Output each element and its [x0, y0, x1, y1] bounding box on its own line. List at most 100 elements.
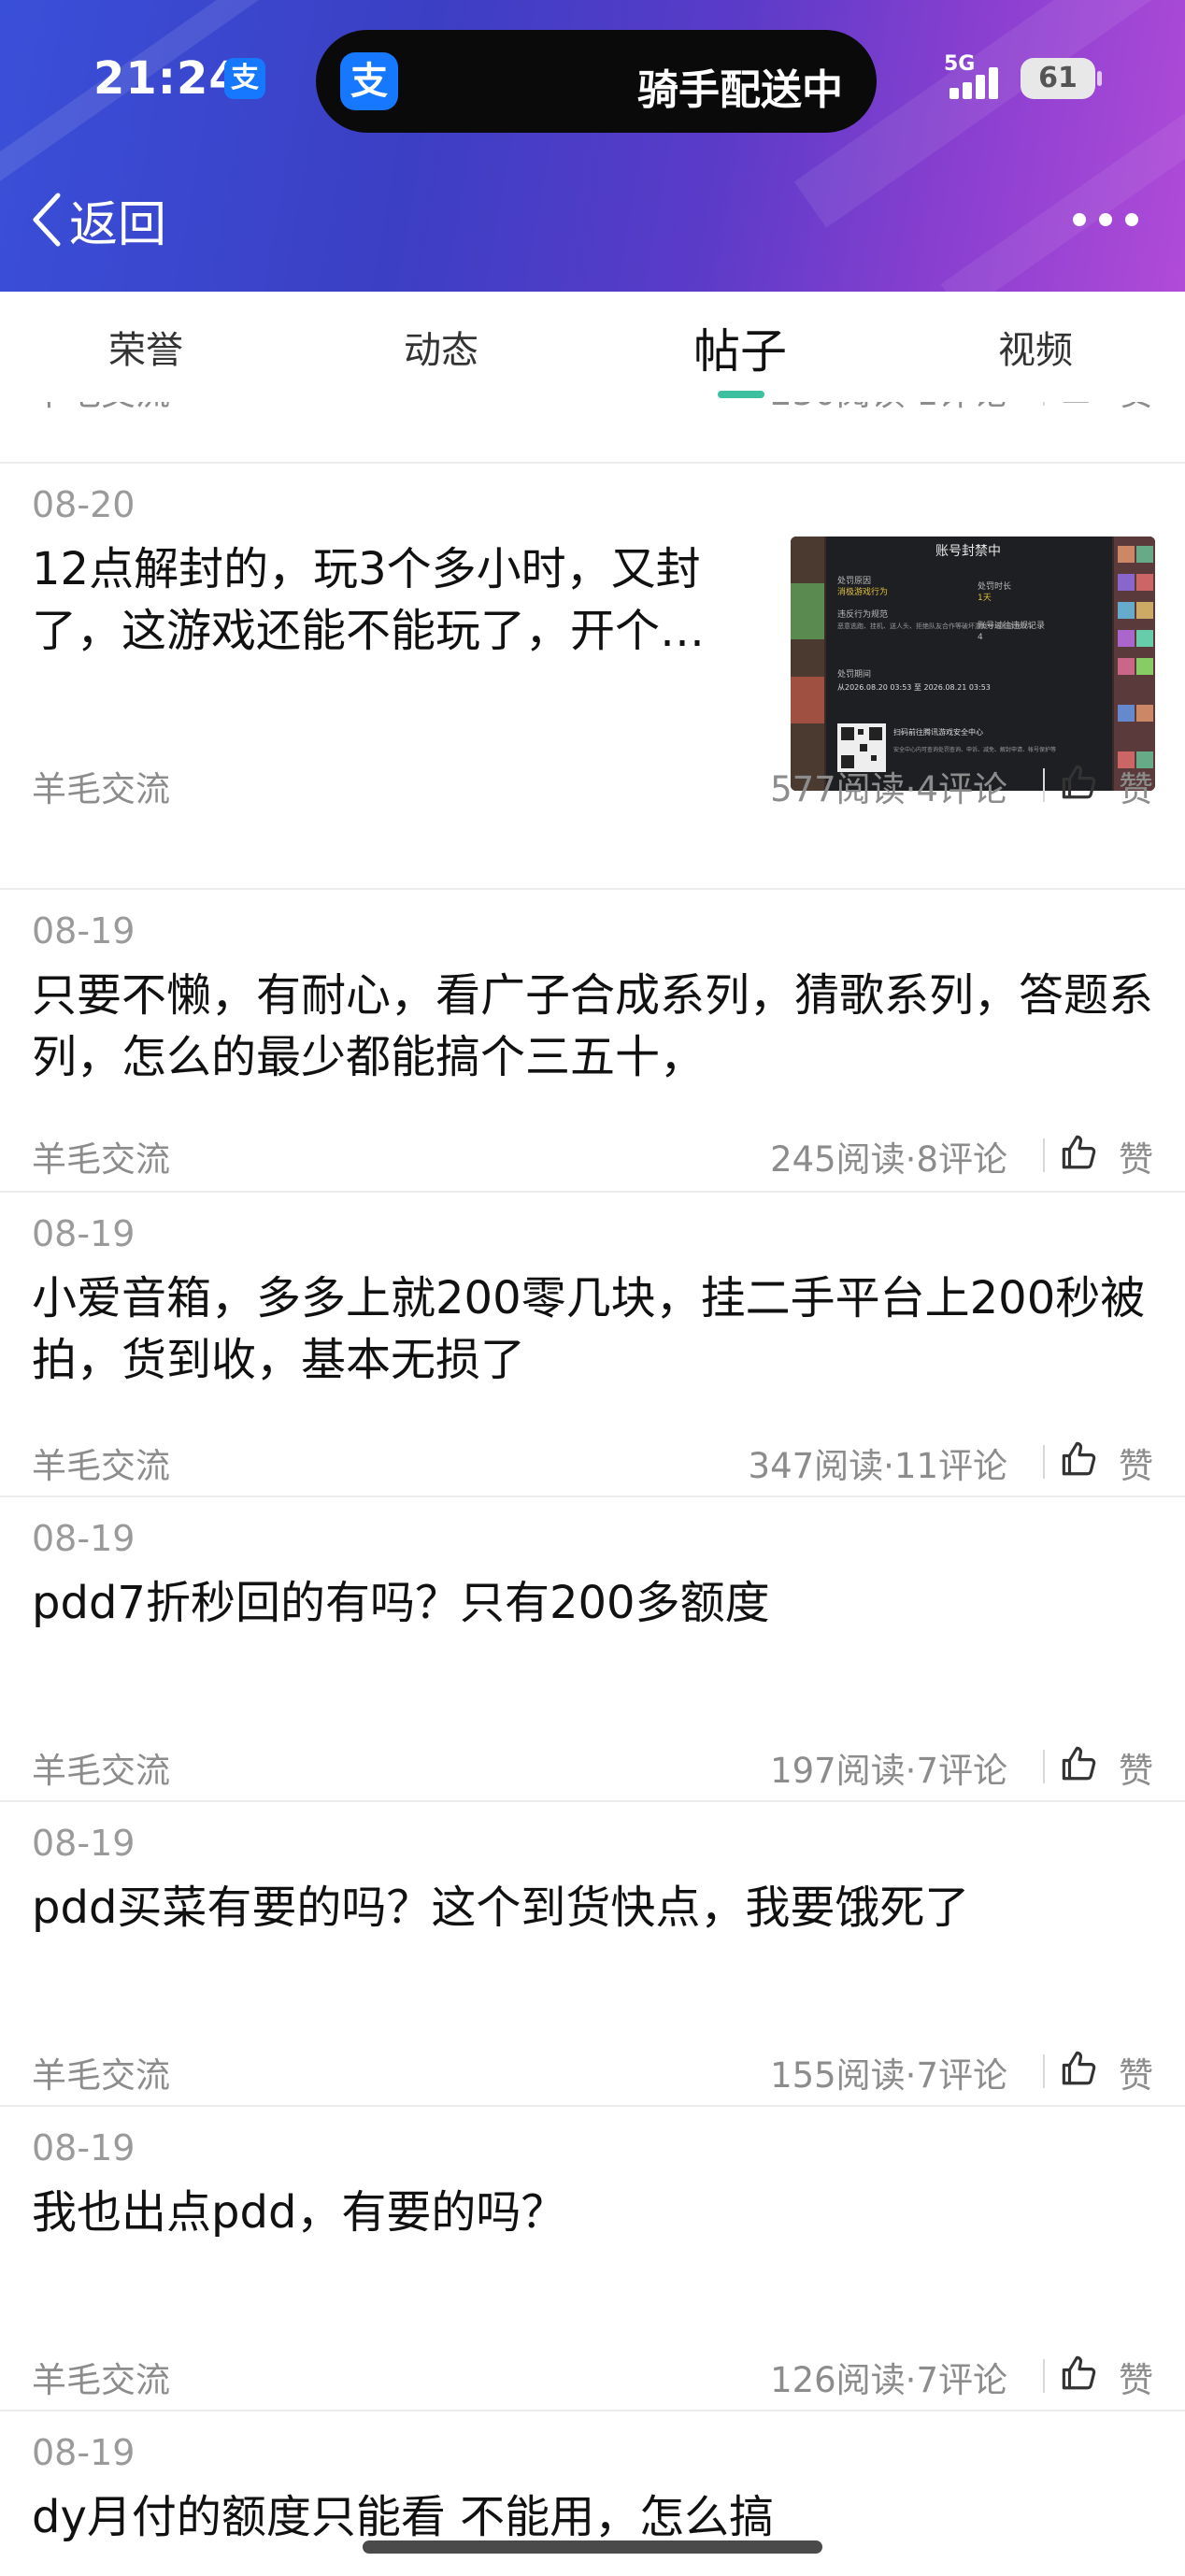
chevron-left-icon	[33, 193, 61, 247]
thumbs-up-icon[interactable]	[1060, 1133, 1099, 1172]
status-bar: 21:24 支 支 骑手配送中 5G 61	[0, 0, 1185, 140]
active-tab-indicator	[718, 391, 764, 398]
list-item[interactable]: 08-19 只要不懒，有耐心，看广子合成系列，猜歌系列，答题系列，怎么的最少都能…	[0, 890, 1185, 1191]
like-label[interactable]: 赞	[1119, 2352, 1153, 2402]
post-thumbnail[interactable]: 账号封禁中 处罚原因 消极游戏行为 处罚时长 1天 违反行为规范 恶意逃跑、挂机…	[791, 537, 1155, 791]
list-item[interactable]: 08-19 pdd买菜有要的吗？这个到货快点，我要饿死了 羊毛交流 155阅读·…	[0, 1802, 1185, 2105]
thumbs-up-icon[interactable]	[1060, 763, 1099, 802]
post-meta: 羊毛交流 230阅读·1评论 赞	[32, 402, 1153, 417]
post-title[interactable]: 小爱音箱，多多上就200零几块，挂二手平台上200秒被拍，货到收，基本无损了	[32, 1267, 1153, 1391]
thumbs-up-icon[interactable]	[1060, 402, 1099, 406]
tab-activity[interactable]: 动态	[404, 320, 478, 374]
like-label[interactable]: 赞	[1119, 1131, 1153, 1181]
home-indicator[interactable]	[363, 2540, 822, 2554]
signal-icon	[949, 62, 1007, 99]
post-stats: 155阅读·7评论	[770, 2055, 1007, 2096]
post-meta: 羊毛交流 347阅读·11评论 赞	[32, 1438, 1153, 1490]
alipay-badge-icon: 支	[224, 58, 265, 99]
tab-posts[interactable]: 帖子	[693, 314, 787, 381]
post-stats: 577阅读·4评论	[770, 769, 1007, 809]
svg-text:4: 4	[978, 633, 983, 642]
post-stats: 230阅读·1评论	[770, 402, 1007, 415]
post-stats: 347阅读·11评论	[748, 1446, 1007, 1486]
svg-text:从2026.08.20 03:53 至 2026.08.21: 从2026.08.20 03:53 至 2026.08.21 03:53	[837, 683, 991, 692]
list-item[interactable]: 08-19 pdd7折秒回的有吗？只有200多额度 羊毛交流 197阅读·7评论…	[0, 1497, 1185, 1800]
list-item[interactable]: 08-20 12点解封的，玩3个多小时，又封了，这游戏还能不能玩了，开个… 账号…	[0, 464, 1185, 824]
post-stats: 126阅读·7评论	[770, 2360, 1007, 2400]
like-label[interactable]: 赞	[1119, 761, 1153, 811]
battery-icon	[1097, 71, 1102, 86]
post-title[interactable]: 我也出点pdd，有要的吗？	[32, 2182, 1153, 2243]
back-button[interactable]: 返回	[28, 187, 167, 253]
thumb-title: 账号封禁中	[935, 544, 1001, 559]
ban-notice-image: 账号封禁中 处罚原因 消极游戏行为 处罚时长 1天 违反行为规范 恶意逃跑、挂机…	[791, 537, 1155, 791]
svg-text:处罚期间: 处罚期间	[837, 668, 871, 680]
svg-text:扫码前往腾讯游戏安全中心: 扫码前往腾讯游戏安全中心	[893, 727, 983, 737]
post-date: 08-19	[32, 2127, 136, 2168]
svg-text:处罚原因: 处罚原因	[837, 575, 871, 586]
post-list: 羊毛交流 230阅读·1评论 赞 08-20 12点解封的，玩3个多小时，又封了…	[0, 402, 1185, 2576]
post-title[interactable]: 12点解封的，玩3个多小时，又封了，这游戏还能不能玩了，开个…	[32, 538, 770, 662]
post-date: 08-19	[32, 2432, 136, 2473]
svg-text:违反行为规范: 违反行为规范	[837, 608, 888, 620]
tab-bar: 荣誉 动态 帖子 视频	[0, 292, 1185, 402]
back-label: 返回	[69, 196, 167, 253]
post-date: 08-19	[32, 1213, 136, 1254]
post-stats: 245阅读·8评论	[770, 1139, 1007, 1180]
post-author: 羊毛交流	[32, 1139, 170, 1180]
thumbs-up-icon[interactable]	[1060, 2354, 1099, 2393]
like-label[interactable]: 赞	[1119, 1742, 1153, 1793]
meta-divider	[1043, 1445, 1045, 1479]
like-label[interactable]: 赞	[1119, 1438, 1153, 1488]
post-stats: 197阅读·7评论	[770, 1751, 1007, 1791]
status-time: 21:24	[93, 52, 241, 105]
meta-divider	[1043, 1750, 1045, 1783]
svg-text:处罚时长: 处罚时长	[978, 580, 1011, 592]
dynamic-island[interactable]: 支 骑手配送中	[316, 30, 877, 133]
like-label[interactable]: 赞	[1119, 2047, 1153, 2097]
thumbs-up-icon[interactable]	[1060, 1744, 1099, 1783]
post-meta: 羊毛交流 126阅读·7评论 赞	[32, 2352, 1153, 2404]
post-title[interactable]: pdd7折秒回的有吗？只有200多额度	[32, 1572, 1153, 1634]
post-meta: 羊毛交流 197阅读·7评论 赞	[32, 1742, 1153, 1795]
alipay-app-icon: 支	[340, 52, 398, 110]
live-activity-text: 骑手配送中	[637, 66, 843, 114]
thumbs-up-icon[interactable]	[1060, 1439, 1099, 1479]
like-label[interactable]: 赞	[1119, 402, 1153, 415]
post-meta: 羊毛交流 245阅读·8评论 赞	[32, 1131, 1153, 1183]
meta-divider	[1043, 2359, 1045, 2393]
list-item[interactable]: 08-19 小爱音箱，多多上就200零几块，挂二手平台上200秒被拍，货到收，基…	[0, 1193, 1185, 1496]
post-author: 羊毛交流	[32, 1751, 170, 1791]
svg-text:消极游戏行为: 消极游戏行为	[837, 586, 888, 597]
svg-text:安全中心内可查询处罚查询、申诉、减免、解封申请、帐号保护等: 安全中心内可查询处罚查询、申诉、减免、解封申请、帐号保护等	[893, 746, 1056, 753]
more-options-icon[interactable]	[1073, 196, 1138, 243]
tab-honor[interactable]: 荣誉	[108, 320, 183, 374]
svg-text:1天: 1天	[978, 594, 992, 603]
meta-divider	[1043, 1138, 1045, 1172]
post-author: 羊毛交流	[32, 402, 170, 415]
post-title[interactable]: pdd买菜有要的吗？这个到货快点，我要饿死了	[32, 1877, 1153, 1939]
post-author: 羊毛交流	[32, 2055, 170, 2096]
post-title[interactable]: 只要不懒，有耐心，看广子合成系列，猜歌系列，答题系列，怎么的最少都能搞个三五十，	[32, 965, 1153, 1088]
tab-videos[interactable]: 视频	[998, 320, 1073, 374]
post-meta: 羊毛交流 155阅读·7评论 赞	[32, 2047, 1153, 2099]
post-meta: 羊毛交流 577阅读·4评论 赞	[32, 761, 1153, 813]
header: 21:24 支 支 骑手配送中 5G 61 返回	[0, 0, 1185, 292]
post-author: 羊毛交流	[32, 2360, 170, 2400]
battery-level: 61	[1021, 58, 1095, 99]
meta-divider	[1043, 768, 1045, 802]
post-date: 08-19	[32, 910, 136, 952]
meta-divider	[1043, 2054, 1045, 2088]
svg-text:账号过往违规记录: 账号过往违规记录	[978, 620, 1045, 631]
post-date: 08-20	[32, 484, 136, 525]
post-author: 羊毛交流	[32, 769, 170, 809]
post-author: 羊毛交流	[32, 1446, 170, 1486]
post-date: 08-19	[32, 1823, 136, 1864]
navigation-bar: 返回	[0, 168, 1185, 271]
post-title[interactable]: dy月付的额度只能看 不能用，怎么搞	[32, 2486, 1153, 2548]
post-date: 08-19	[32, 1518, 136, 1559]
meta-divider	[1043, 402, 1045, 406]
list-item[interactable]: 08-19 我也出点pdd，有要的吗？ 羊毛交流 126阅读·7评论 赞	[0, 2107, 1185, 2410]
thumbs-up-icon[interactable]	[1060, 2049, 1099, 2088]
list-item[interactable]: 羊毛交流 230阅读·1评论 赞	[0, 402, 1185, 424]
